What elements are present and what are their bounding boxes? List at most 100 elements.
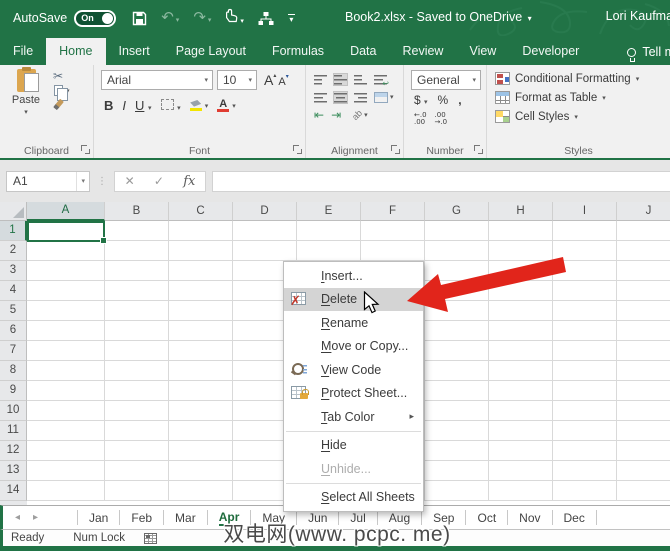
menu-item-tab-color[interactable]: Tab Color▸ [284, 405, 423, 429]
cell-g2[interactable] [425, 241, 489, 261]
cell-i11[interactable] [553, 421, 617, 441]
align-middle-icon[interactable] [334, 74, 347, 85]
cell-j4[interactable] [617, 281, 670, 301]
cell-b2[interactable] [105, 241, 169, 261]
merge-center-button[interactable]: ▾ [374, 92, 394, 103]
title-dropdown-icon[interactable]: ▾ [528, 14, 532, 23]
ribbon-tab-page-layout[interactable]: Page Layout [163, 38, 259, 65]
font-color-button[interactable]: A ▾ [217, 99, 236, 112]
increase-decimal-button[interactable]: ←.0.00 [414, 112, 427, 126]
cell-j14[interactable] [617, 481, 670, 501]
cell-i12[interactable] [553, 441, 617, 461]
cell-i13[interactable] [553, 461, 617, 481]
conditional-formatting-button[interactable]: Conditional Formatting▾ [495, 69, 670, 88]
cell-a6[interactable] [27, 321, 105, 341]
column-header-a[interactable]: A [27, 202, 105, 221]
font-dialog-launcher[interactable] [293, 145, 302, 154]
cell-b9[interactable] [105, 381, 169, 401]
cell-styles-dropdown-icon[interactable]: ▾ [574, 113, 578, 121]
cell-f1[interactable] [361, 221, 425, 241]
menu-item-view-code[interactable]: View Code [284, 358, 423, 382]
column-header-c[interactable]: C [169, 202, 233, 221]
column-header-i[interactable]: I [553, 202, 617, 221]
copy-icon[interactable] [54, 85, 63, 96]
cell-j1[interactable] [617, 221, 670, 241]
autosave-control[interactable]: AutoSave On [13, 10, 116, 27]
cell-c2[interactable] [169, 241, 233, 261]
sheet-tab-feb[interactable]: Feb [120, 510, 164, 525]
row-header-2[interactable]: 2 [0, 241, 27, 261]
font-name-combo[interactable]: Arial▾ [101, 70, 213, 90]
cell-h1[interactable] [489, 221, 553, 241]
cell-g3[interactable] [425, 261, 489, 281]
fill-color-button[interactable]: ▾ [190, 100, 209, 111]
percent-button[interactable]: % [438, 93, 449, 107]
decrease-font-icon[interactable]: A▾ [278, 73, 288, 88]
cell-h7[interactable] [489, 341, 553, 361]
cell-h12[interactable] [489, 441, 553, 461]
row-header-4[interactable]: 4 [0, 281, 27, 301]
select-all-corner[interactable] [0, 202, 27, 221]
column-header-b[interactable]: B [105, 202, 169, 221]
cell-h4[interactable] [489, 281, 553, 301]
sheet-tab-oct[interactable]: Oct [466, 510, 508, 525]
cell-a3[interactable] [27, 261, 105, 281]
insert-function-icon[interactable]: fx [183, 174, 195, 189]
cell-c7[interactable] [169, 341, 233, 361]
cell-i6[interactable] [553, 321, 617, 341]
cell-j3[interactable] [617, 261, 670, 281]
cell-c1[interactable] [169, 221, 233, 241]
cell-d1[interactable] [233, 221, 297, 241]
number-format-combo[interactable]: General▾ [411, 70, 481, 90]
ribbon-tab-view[interactable]: View [456, 38, 509, 65]
conditional-formatting-dropdown-icon[interactable]: ▾ [636, 75, 640, 83]
font-size-combo[interactable]: 10▾ [217, 70, 257, 90]
cell-a4[interactable] [27, 281, 105, 301]
cell-j9[interactable] [617, 381, 670, 401]
italic-button[interactable]: I [122, 98, 126, 113]
cell-i14[interactable] [553, 481, 617, 501]
format-painter-icon[interactable] [53, 99, 64, 111]
cell-h9[interactable] [489, 381, 553, 401]
paste-button[interactable]: Paste ▾ [5, 69, 47, 116]
cell-i9[interactable] [553, 381, 617, 401]
column-header-d[interactable]: D [233, 202, 297, 221]
cell-g5[interactable] [425, 301, 489, 321]
cell-d2[interactable] [233, 241, 297, 261]
cell-h11[interactable] [489, 421, 553, 441]
increase-font-icon[interactable]: A▴ [264, 72, 276, 88]
borders-button[interactable]: ▾ [161, 98, 181, 113]
ribbon-tab-insert[interactable]: Insert [106, 38, 163, 65]
cell-h2[interactable] [489, 241, 553, 261]
row-header-12[interactable]: 12 [0, 441, 27, 461]
cell-i5[interactable] [553, 301, 617, 321]
prev-sheet-icon[interactable]: ◂ [15, 512, 20, 523]
cell-b14[interactable] [105, 481, 169, 501]
cell-i3[interactable] [553, 261, 617, 281]
wrap-text-icon[interactable] [374, 74, 387, 85]
cell-c10[interactable] [169, 401, 233, 421]
cell-b13[interactable] [105, 461, 169, 481]
cell-j8[interactable] [617, 361, 670, 381]
cell-i8[interactable] [553, 361, 617, 381]
cell-b3[interactable] [105, 261, 169, 281]
ribbon-tab-formulas[interactable]: Formulas [259, 38, 337, 65]
cell-b10[interactable] [105, 401, 169, 421]
paste-dropdown-icon[interactable]: ▾ [24, 108, 28, 116]
name-box-dropdown-icon[interactable]: ▾ [76, 172, 89, 191]
cell-a7[interactable] [27, 341, 105, 361]
orientation-button[interactable]: ab ▾ [352, 110, 368, 120]
cell-a14[interactable] [27, 481, 105, 501]
menu-item-move-or-copy[interactable]: Move or Copy... [284, 335, 423, 359]
cell-g7[interactable] [425, 341, 489, 361]
cell-c14[interactable] [169, 481, 233, 501]
sheet-tab-nov[interactable]: Nov [508, 510, 552, 525]
cell-g4[interactable] [425, 281, 489, 301]
selected-cell-a1[interactable] [27, 221, 105, 242]
cell-g10[interactable] [425, 401, 489, 421]
formula-bar-handle[interactable]: ⋮ [97, 176, 107, 187]
cell-a13[interactable] [27, 461, 105, 481]
cell-h8[interactable] [489, 361, 553, 381]
row-header-14[interactable]: 14 [0, 481, 27, 501]
align-right-icon[interactable] [354, 92, 367, 103]
